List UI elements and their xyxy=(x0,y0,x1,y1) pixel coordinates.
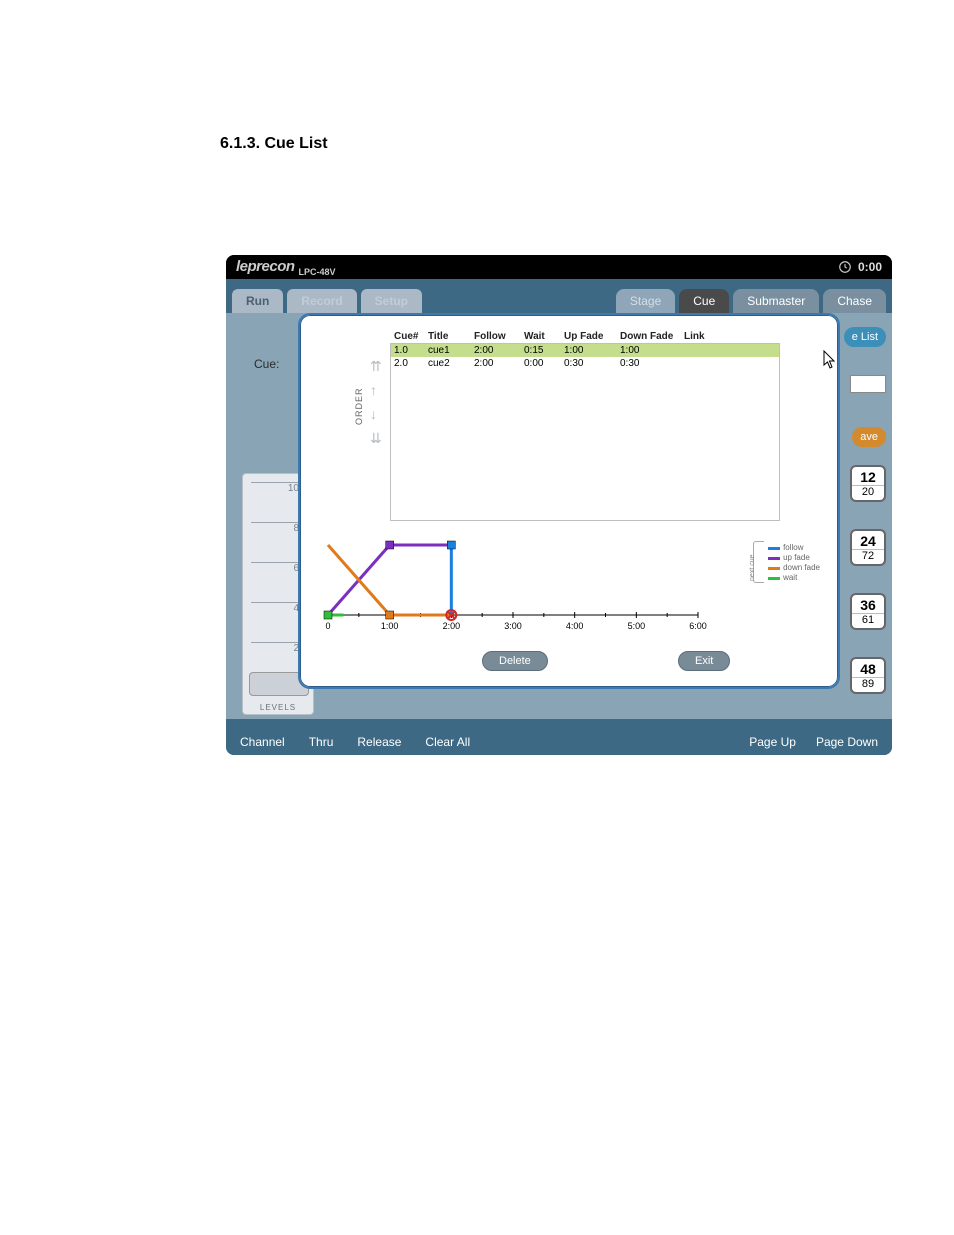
channel-box-4[interactable]: 4889 xyxy=(850,657,886,694)
timeline-legend: follow up fade down fade wait xyxy=(768,543,820,583)
clock-icon xyxy=(838,260,852,274)
channel-box-3[interactable]: 3661 xyxy=(850,593,886,630)
svg-text:2:00: 2:00 xyxy=(443,621,461,631)
svg-text:3:00: 3:00 xyxy=(504,621,522,631)
order-up-icon[interactable]: ↑ xyxy=(370,383,382,397)
footer-bar: Channel Thru Release Clear All Page Up P… xyxy=(226,729,892,755)
levels-label: LEVELS xyxy=(243,703,313,712)
cue-label: Cue: xyxy=(254,357,279,371)
footer-thru[interactable]: Thru xyxy=(309,735,334,749)
cue-list-dialog: ⇈ ↑ ↓ ⇊ ORDER Cue#TitleFollowWaitUp Fade… xyxy=(298,313,840,689)
slider-tick: 2 xyxy=(251,642,301,654)
section-heading: 6.1.3. Cue List xyxy=(220,135,328,153)
order-top-icon[interactable]: ⇈ xyxy=(370,359,382,373)
slider-tick: 8 xyxy=(251,522,301,534)
order-arrows: ⇈ ↑ ↓ ⇊ xyxy=(370,359,382,445)
model-text: LPC-48V xyxy=(295,267,336,277)
cue-table[interactable]: Cue#TitleFollowWaitUp FadeDown FadeLink … xyxy=(390,343,780,521)
svg-text:1:00: 1:00 xyxy=(381,621,399,631)
cue-table-header: Cue#TitleFollowWaitUp FadeDown FadeLink xyxy=(391,328,779,345)
timeline-svg: 0 1:00 2:00 3:00 4:00 5:00 6:00 xyxy=(322,537,820,637)
footer-channel[interactable]: Channel xyxy=(240,735,285,749)
tab-submaster[interactable]: Submaster xyxy=(733,289,819,313)
lighting-console-app: lepreconLPC-48V 0:00 Run Record Setup St… xyxy=(226,255,892,755)
tab-record[interactable]: Record xyxy=(287,289,356,313)
slider-tick: 10 xyxy=(251,482,301,494)
save-button[interactable]: ave xyxy=(852,427,886,447)
workspace: Cue: 10 8 6 4 2 LEVELS e List ave 1220 2… xyxy=(226,313,892,719)
tab-chase[interactable]: Chase xyxy=(823,289,886,313)
footer-clear-all[interactable]: Clear All xyxy=(425,735,470,749)
table-row[interactable]: 2.0cue22:000:000:300:30 xyxy=(391,357,779,370)
footer-release[interactable]: Release xyxy=(357,735,401,749)
channel-box-2[interactable]: 2472 xyxy=(850,529,886,566)
brand-logo: lepreconLPC-48V xyxy=(236,258,336,277)
cue-list-button[interactable]: e List xyxy=(844,327,886,347)
mode-tabs: Run Record Setup Stage Cue Submaster Cha… xyxy=(226,279,892,313)
clock: 0:00 xyxy=(838,260,882,274)
order-label: ORDER xyxy=(354,387,364,425)
exit-button[interactable]: Exit xyxy=(678,651,730,671)
svg-text:5:00: 5:00 xyxy=(628,621,646,631)
top-bar: lepreconLPC-48V 0:00 xyxy=(226,255,892,279)
table-row[interactable]: 1.0cue12:000:151:001:00 xyxy=(391,344,779,357)
svg-text:4:00: 4:00 xyxy=(566,621,584,631)
tab-stage[interactable]: Stage xyxy=(616,289,675,313)
order-down-icon[interactable]: ↓ xyxy=(370,407,382,421)
tab-cue[interactable]: Cue xyxy=(679,289,729,313)
legend-bracket-label: next cue xyxy=(749,555,756,581)
cue-timeline-chart: 0 1:00 2:00 3:00 4:00 5:00 6:00 next cue follo… xyxy=(322,537,820,637)
brand-text: leprecon xyxy=(236,258,295,275)
side-field[interactable] xyxy=(850,375,886,393)
tab-run[interactable]: Run xyxy=(232,289,283,313)
footer-page-down[interactable]: Page Down xyxy=(816,735,878,749)
slider-tick: 6 xyxy=(251,562,301,574)
svg-text:0: 0 xyxy=(325,621,330,631)
delete-button[interactable]: Delete xyxy=(482,651,548,671)
tab-setup[interactable]: Setup xyxy=(361,289,422,313)
slider-tick: 4 xyxy=(251,602,301,614)
clock-time: 0:00 xyxy=(858,260,882,274)
svg-text:6:00: 6:00 xyxy=(689,621,707,631)
footer-page-up[interactable]: Page Up xyxy=(749,735,796,749)
order-bottom-icon[interactable]: ⇊ xyxy=(370,431,382,445)
mouse-cursor-icon xyxy=(823,350,837,375)
channel-box-1[interactable]: 1220 xyxy=(850,465,886,502)
